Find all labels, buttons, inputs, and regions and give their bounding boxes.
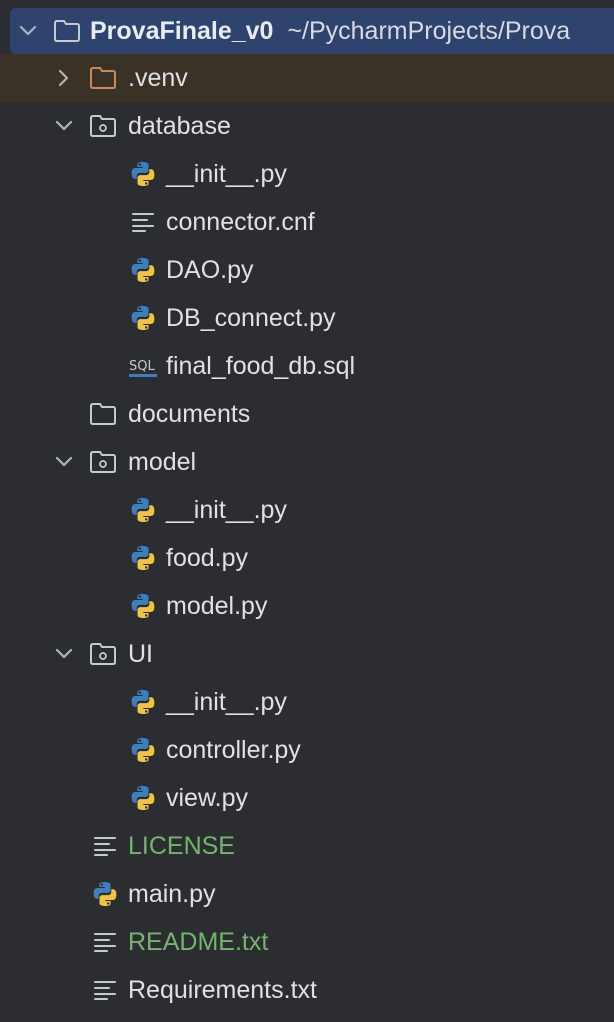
chevron-down-icon[interactable] (54, 116, 74, 136)
project-name: ProvaFinale_v0 (90, 16, 274, 45)
tree-item-label: view.py (166, 783, 248, 812)
tree-item-init-py[interactable]: __init__.py (0, 678, 614, 726)
svg-text:SQL: SQL (129, 359, 155, 374)
python-file-icon (128, 687, 158, 717)
tree-item-final-food-db-sql[interactable]: SQL final_food_db.sql (0, 342, 614, 390)
tree-item-label: LICENSE (128, 831, 235, 860)
tree-item-db-connect-py[interactable]: DB_connect.py (0, 294, 614, 342)
python-file-icon (128, 255, 158, 285)
tree-item-label: database (128, 111, 231, 140)
tree-item-init-py[interactable]: __init__.py (0, 150, 614, 198)
project-tree: ProvaFinale_v0 ~/PycharmProjects/Prova .v… (0, 0, 614, 1022)
python-file-icon (128, 303, 158, 333)
tree-item-label: final_food_db.sql (166, 351, 356, 380)
python-file-icon (128, 783, 158, 813)
tree-item-model[interactable]: model (0, 438, 614, 486)
tree-item-label: controller.py (166, 735, 301, 764)
chevron-down-icon[interactable] (18, 21, 38, 41)
tree-item-label: main.py (128, 879, 216, 908)
tree-item-ui[interactable]: UI (0, 630, 614, 678)
text-file-icon (90, 831, 120, 861)
tree-item-main-py[interactable]: main.py (0, 870, 614, 918)
tree-item-label: Requirements.txt (128, 975, 317, 1004)
project-path: ~/PycharmProjects/Prova (287, 16, 571, 45)
python-file-icon (128, 591, 158, 621)
tree-item-label: model (128, 447, 197, 476)
folder-icon (52, 16, 82, 46)
project-root-row[interactable]: ProvaFinale_v0 ~/PycharmProjects/Prova (10, 8, 614, 54)
chevron-down-icon[interactable] (54, 452, 74, 472)
tree-item-label: documents (128, 399, 251, 428)
python-file-icon (128, 495, 158, 525)
tree-item-database[interactable]: database (0, 102, 614, 150)
tree-item-init-py[interactable]: __init__.py (0, 486, 614, 534)
chevron-down-icon[interactable] (54, 644, 74, 664)
python-file-icon (128, 159, 158, 189)
sql-file-icon: SQL (128, 351, 158, 381)
tree-item-venv[interactable]: .venv (0, 54, 614, 102)
tree-item-food-py[interactable]: food.py (0, 534, 614, 582)
tree-item-label: .venv (128, 63, 188, 92)
package-folder-icon (88, 111, 118, 141)
tree-item-label: food.py (166, 543, 249, 572)
tree-item-label: model.py (166, 591, 268, 620)
tree-item-label: __init__.py (166, 495, 287, 524)
text-file-icon (128, 207, 158, 237)
folder-excluded-icon (88, 63, 118, 93)
chevron-right-icon[interactable] (54, 68, 74, 88)
tree-item-dao-py[interactable]: DAO.py (0, 246, 614, 294)
tree-item-documents[interactable]: documents (0, 390, 614, 438)
package-folder-icon (88, 447, 118, 477)
text-file-icon (90, 927, 120, 957)
tree-item-label: __init__.py (166, 159, 287, 188)
folder-icon (88, 399, 118, 429)
tree-item-label: __init__.py (166, 687, 287, 716)
project-root-label: ProvaFinale_v0 ~/PycharmProjects/Prova (90, 17, 570, 46)
tree-item-connector-cnf[interactable]: connector.cnf (0, 198, 614, 246)
tree-item-requirements-txt[interactable]: Requirements.txt (0, 966, 614, 1014)
tree-item-label: UI (128, 639, 153, 668)
tree-item-label: README.txt (128, 927, 269, 956)
tree-item-label: connector.cnf (166, 207, 315, 236)
tree-item-model-py[interactable]: model.py (0, 582, 614, 630)
tree-item-license[interactable]: LICENSE (0, 822, 614, 870)
python-file-icon (128, 543, 158, 573)
tree-item-controller-py[interactable]: controller.py (0, 726, 614, 774)
tree-item-label: DAO.py (166, 255, 254, 284)
tree-item-view-py[interactable]: view.py (0, 774, 614, 822)
tree-item-readme-txt[interactable]: README.txt (0, 918, 614, 966)
tree-item-label: DB_connect.py (166, 303, 336, 332)
text-file-icon (90, 975, 120, 1005)
python-file-icon (90, 879, 120, 909)
python-file-icon (128, 735, 158, 765)
package-folder-icon (88, 639, 118, 669)
